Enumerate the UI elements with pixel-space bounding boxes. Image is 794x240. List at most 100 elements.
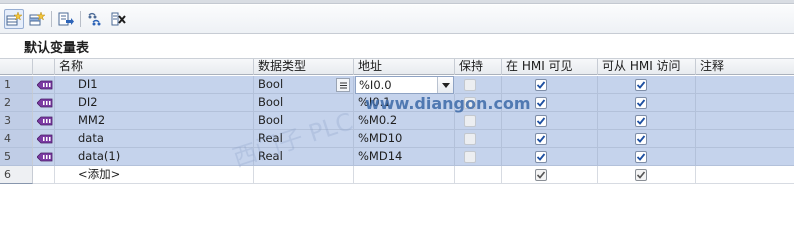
window-top-border bbox=[0, 0, 794, 4]
table-row[interactable]: 1 DI1 Bool %I0.0 bbox=[0, 76, 794, 94]
visible-in-hmi-cell bbox=[502, 112, 598, 130]
retain-cell bbox=[455, 130, 502, 148]
header-accessible-from-hmi[interactable]: 可从 HMI 访问 bbox=[598, 59, 696, 75]
tag-name[interactable]: MM2 bbox=[55, 112, 254, 130]
chevron-down-icon[interactable] bbox=[437, 77, 453, 93]
empty-address bbox=[354, 166, 455, 184]
tag-comment[interactable] bbox=[696, 148, 794, 166]
address-editor[interactable]: %I0.0 bbox=[355, 76, 454, 94]
visible-in-hmi-cell bbox=[502, 76, 598, 94]
accessible-from-hmi-checkbox[interactable] bbox=[635, 79, 647, 91]
tag-comment[interactable] bbox=[696, 130, 794, 148]
tag-icon-cell bbox=[33, 94, 55, 112]
visible-in-hmi-checkbox[interactable] bbox=[535, 151, 547, 163]
retain-cell bbox=[455, 148, 502, 166]
tag-icon-cell bbox=[33, 112, 55, 130]
tag-address[interactable]: %M0.2 bbox=[354, 112, 455, 130]
tag-name[interactable]: data(1) bbox=[55, 148, 254, 166]
header-address[interactable]: 地址 bbox=[354, 59, 455, 75]
accessible-from-hmi-cell bbox=[598, 112, 696, 130]
visible-in-hmi-cell bbox=[502, 148, 598, 166]
retain-checkbox[interactable] bbox=[464, 97, 476, 109]
row-number: 2 bbox=[0, 94, 33, 112]
empty-comment bbox=[696, 166, 794, 184]
row-number: 5 bbox=[0, 148, 33, 166]
toolbar-separator bbox=[51, 11, 52, 27]
delete-unused-icon[interactable] bbox=[108, 9, 128, 29]
visible-in-hmi-cell bbox=[502, 166, 598, 184]
tag-address[interactable]: %I0.0 bbox=[359, 77, 392, 93]
visible-in-hmi-checkbox[interactable] bbox=[535, 133, 547, 145]
visible-in-hmi-checkbox[interactable] bbox=[535, 169, 547, 181]
header-retain[interactable]: 保持 bbox=[455, 59, 502, 75]
tag-icon bbox=[37, 152, 53, 162]
toolbar bbox=[0, 5, 794, 34]
tag-data-type[interactable]: Bool bbox=[254, 94, 354, 112]
tag-icon bbox=[37, 116, 53, 126]
retain-checkbox[interactable] bbox=[464, 151, 476, 163]
retain-cell bbox=[455, 94, 502, 112]
accessible-from-hmi-cell bbox=[598, 76, 696, 94]
visible-in-hmi-checkbox[interactable] bbox=[535, 79, 547, 91]
row-number: 4 bbox=[0, 130, 33, 148]
header-row-number bbox=[0, 59, 33, 75]
tag-comment[interactable] bbox=[696, 94, 794, 112]
retain-cell bbox=[455, 76, 502, 94]
retain-cell bbox=[455, 166, 502, 184]
table-header: 名称 数据类型 地址 保持 在 HMI 可见 可从 HMI 访问 注释 bbox=[0, 58, 794, 75]
accessible-from-hmi-checkbox[interactable] bbox=[635, 97, 647, 109]
tag-data-type[interactable]: Real bbox=[254, 130, 354, 148]
header-data-type[interactable]: 数据类型 bbox=[254, 59, 354, 75]
accessible-from-hmi-checkbox[interactable] bbox=[635, 133, 647, 145]
retain-checkbox[interactable] bbox=[464, 115, 476, 127]
retain-cell bbox=[455, 112, 502, 130]
tag-icon-cell bbox=[33, 76, 55, 94]
tag-address[interactable]: %MD14 bbox=[354, 148, 455, 166]
header-icon-column bbox=[33, 59, 55, 75]
tag-address[interactable]: %MD10 bbox=[354, 130, 455, 148]
table-row[interactable]: 3 MM2 Bool %M0.2 bbox=[0, 112, 794, 130]
tag-name[interactable]: DI1 bbox=[55, 76, 254, 94]
table-row[interactable]: 4 data Real %MD10 bbox=[0, 130, 794, 148]
visible-in-hmi-checkbox[interactable] bbox=[535, 97, 547, 109]
toolbar-separator bbox=[80, 11, 81, 27]
table-row[interactable]: 2 DI2 Bool %I0.1 bbox=[0, 94, 794, 112]
row-number: 6 bbox=[0, 166, 33, 184]
add-new-row[interactable]: 6 <添加> bbox=[0, 166, 794, 184]
data-type-selector-icon[interactable] bbox=[336, 78, 350, 92]
accessible-from-hmi-checkbox[interactable] bbox=[635, 115, 647, 127]
accessible-from-hmi-checkbox[interactable] bbox=[635, 151, 647, 163]
export-icon[interactable] bbox=[56, 9, 76, 29]
accessible-from-hmi-cell bbox=[598, 166, 696, 184]
empty-data-type bbox=[254, 166, 354, 184]
visible-in-hmi-cell bbox=[502, 94, 598, 112]
tag-comment[interactable] bbox=[696, 112, 794, 130]
retain-checkbox[interactable] bbox=[464, 79, 476, 91]
tag-name[interactable]: data bbox=[55, 130, 254, 148]
accessible-from-hmi-checkbox[interactable] bbox=[635, 169, 647, 181]
header-name[interactable]: 名称 bbox=[55, 59, 254, 75]
header-comment[interactable]: 注释 bbox=[696, 59, 794, 75]
table-row[interactable]: 5 data(1) Real %MD14 bbox=[0, 148, 794, 166]
add-row-icon[interactable] bbox=[4, 9, 24, 29]
tag-icon-cell bbox=[33, 166, 55, 184]
tag-icon bbox=[37, 80, 53, 90]
accessible-from-hmi-cell bbox=[598, 148, 696, 166]
visible-in-hmi-cell bbox=[502, 130, 598, 148]
insert-row-icon[interactable] bbox=[27, 9, 47, 29]
header-visible-in-hmi[interactable]: 在 HMI 可见 bbox=[502, 59, 598, 75]
add-tag-placeholder[interactable]: <添加> bbox=[55, 166, 254, 184]
tag-data-type[interactable]: Real bbox=[254, 148, 354, 166]
tag-address[interactable]: %I0.1 bbox=[354, 94, 455, 112]
monitor-all-icon[interactable] bbox=[85, 9, 105, 29]
table-title: 默认变量表 bbox=[24, 41, 90, 56]
tag-icon-cell bbox=[33, 130, 55, 148]
tag-data-type[interactable]: Bool bbox=[254, 112, 354, 130]
retain-checkbox[interactable] bbox=[464, 133, 476, 145]
tag-name[interactable]: DI2 bbox=[55, 94, 254, 112]
tag-icon bbox=[37, 98, 53, 108]
visible-in-hmi-checkbox[interactable] bbox=[535, 115, 547, 127]
tag-icon bbox=[37, 134, 53, 144]
tag-comment[interactable] bbox=[696, 76, 794, 94]
row-number: 1 bbox=[0, 76, 33, 94]
